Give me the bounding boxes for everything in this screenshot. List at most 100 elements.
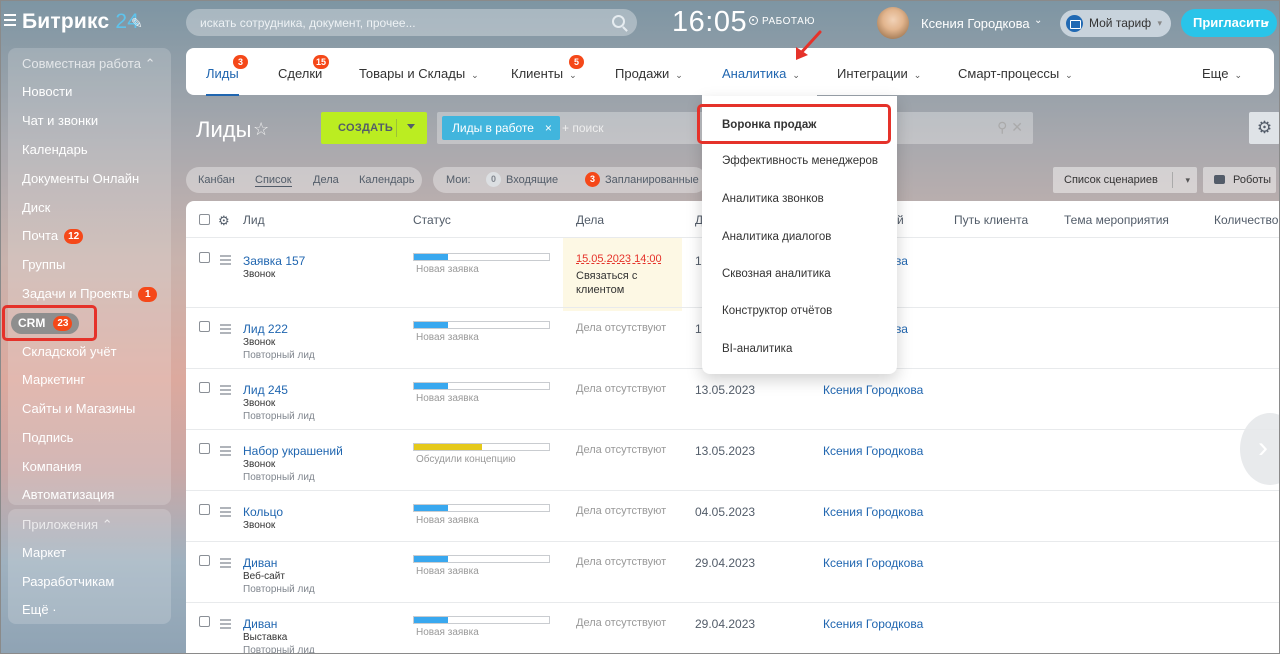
tab-integrations[interactable]: Интеграции ⌄ (837, 66, 921, 81)
lead-name-link[interactable]: Кольцо (243, 505, 283, 519)
sidebar-item-more[interactable]: Ещё · (22, 602, 57, 617)
select-all-checkbox[interactable] (199, 214, 210, 225)
user-name[interactable]: Ксения Городкова (921, 16, 1030, 31)
drag-handle-icon[interactable] (220, 558, 231, 570)
tariff-button[interactable]: Мой тариф ▾ (1060, 10, 1171, 37)
lead-name-link[interactable]: Лид 222 (243, 322, 288, 336)
incoming-filter[interactable]: Входящие (506, 174, 558, 186)
sidebar-item-groups[interactable]: Группы (22, 257, 65, 272)
status-progress[interactable] (413, 443, 550, 451)
sidebar-item-developers[interactable]: Разработчикам (22, 574, 114, 589)
row-checkbox[interactable] (199, 555, 210, 566)
drag-handle-icon[interactable] (220, 446, 231, 458)
tab-clients[interactable]: Клиенты ⌄ 5 (511, 55, 584, 81)
menu-item-bi[interactable]: BI-аналитика (722, 343, 792, 355)
menu-item-report-builder[interactable]: Конструктор отчётов (722, 305, 832, 317)
search-icon[interactable] (612, 15, 625, 28)
drag-handle-icon[interactable] (220, 385, 231, 397)
col-header-lead[interactable]: Лид (243, 213, 265, 227)
grid-settings-icon[interactable]: ⚙ (218, 213, 230, 229)
menu-icon[interactable] (4, 14, 16, 26)
settings-button[interactable]: ⚙ (1249, 112, 1280, 144)
row-checkbox[interactable] (199, 382, 210, 393)
menu-item-dialog-analytics[interactable]: Аналитика диалогов (722, 231, 831, 243)
logo[interactable]: Битрикс 24 (22, 10, 139, 34)
search-input[interactable] (186, 9, 586, 36)
sidebar-item-warehouse[interactable]: Складской учёт (22, 344, 117, 359)
drag-handle-icon[interactable] (220, 324, 231, 336)
view-kanban[interactable]: Канбан (198, 174, 235, 186)
col-header-status[interactable]: Статус (413, 213, 451, 227)
close-icon[interactable]: × (545, 116, 552, 140)
incoming-count[interactable]: 0 (486, 172, 501, 187)
sidebar-item-marketing[interactable]: Маркетинг (22, 372, 85, 387)
tab-analytics[interactable]: Аналитика ⌄ (722, 66, 800, 81)
row-checkbox[interactable] (199, 321, 210, 332)
sidebar-item-chat[interactable]: Чат и звонки (22, 113, 98, 128)
global-search[interactable] (186, 9, 637, 36)
search-clear-icons[interactable]: ⚲ ✕ (997, 119, 1023, 136)
responsible-link[interactable]: Ксения Городкова (823, 617, 923, 631)
planned-filter[interactable]: Запланированные (605, 174, 699, 186)
col-header-event-topic[interactable]: Тема мероприятия (1064, 213, 1169, 227)
scenarios-button[interactable]: Список сценариев ▾ (1053, 167, 1197, 193)
sidebar-item-docs[interactable]: Документы Онлайн (22, 171, 139, 186)
status-progress[interactable] (413, 253, 550, 261)
filter-chip[interactable]: Лиды в работе × (442, 116, 560, 140)
responsible-link[interactable]: Ксения Городкова (823, 444, 923, 458)
lead-name-link[interactable]: Заявка 157 (243, 254, 305, 268)
col-header-deals[interactable]: Дела (576, 213, 604, 227)
table-row[interactable]: Диван Выставка Повторный лид Новая заявк… (186, 602, 1280, 654)
table-row[interactable]: Кольцо Звонок Новая заявка Дела отсутств… (186, 490, 1280, 541)
sidebar-section-apps[interactable]: Приложения ⌃ (22, 517, 113, 533)
sidebar-section-collab[interactable]: Совместная работа ⌃ (22, 56, 155, 72)
tab-more[interactable]: Еще ⌄ (1202, 66, 1242, 81)
tab-deals[interactable]: Сделки 15 (278, 55, 330, 81)
responsible-link[interactable]: Ксения Городкова (823, 383, 923, 397)
robots-button[interactable]: Роботы (1203, 167, 1276, 193)
row-checkbox[interactable] (199, 443, 210, 454)
sidebar-item-sites[interactable]: Сайты и Магазины (22, 401, 135, 416)
table-row[interactable]: Диван Веб-сайт Повторный лид Новая заявк… (186, 541, 1280, 602)
avatar[interactable] (877, 7, 909, 39)
tab-sales[interactable]: Продажи ⌄ (615, 66, 683, 81)
table-row[interactable]: Набор украшений Звонок Повторный лид Обс… (186, 429, 1280, 490)
status-progress[interactable] (413, 382, 550, 390)
chevron-down-icon[interactable] (407, 124, 415, 129)
drag-handle-icon[interactable] (220, 255, 231, 267)
work-status[interactable]: РАБОТАЮ (749, 16, 815, 27)
deal-date-link[interactable]: 15.05.2023 14:00 (576, 253, 662, 265)
sidebar-item-tasks[interactable]: Задачи и Проекты 1 (22, 286, 158, 302)
tab-smart-processes[interactable]: Смарт-процессы ⌄ (958, 66, 1073, 81)
sidebar-item-mail[interactable]: Почта 12 (22, 228, 84, 244)
sidebar-item-calendar[interactable]: Календарь (22, 142, 88, 157)
sidebar-item-market[interactable]: Маркет (22, 545, 66, 560)
tab-leads[interactable]: Лиды 3 (206, 55, 248, 81)
lead-name-link[interactable]: Диван (243, 617, 277, 631)
sidebar-item-company[interactable]: Компания (22, 459, 82, 474)
lead-name-link[interactable]: Лид 245 (243, 383, 288, 397)
view-list[interactable]: Список (255, 174, 292, 187)
sidebar-item-sign[interactable]: Подпись (22, 430, 73, 445)
view-deals[interactable]: Дела (313, 174, 339, 186)
create-button[interactable]: СОЗДАТЬ (321, 112, 427, 144)
view-calendar[interactable]: Календарь (359, 174, 415, 186)
menu-item-call-analytics[interactable]: Аналитика звонков (722, 193, 824, 205)
sidebar-item-automation[interactable]: Автоматизация (22, 487, 114, 502)
status-progress[interactable] (413, 321, 550, 329)
filter-search-input[interactable]: + поиск (562, 121, 603, 135)
col-header-quantity[interactable]: Количество п (1214, 213, 1280, 227)
table-row[interactable]: Лид 245 Звонок Повторный лид Новая заявк… (186, 368, 1280, 429)
responsible-link[interactable]: Ксения Городкова (823, 556, 923, 570)
menu-item-manager-efficiency[interactable]: Эффективность менеджеров (722, 155, 878, 167)
lead-name-link[interactable]: Диван (243, 556, 277, 570)
chevron-down-icon[interactable]: ⌄ (1034, 15, 1042, 26)
star-icon[interactable]: ☆ (253, 119, 269, 140)
row-checkbox[interactable] (199, 616, 210, 627)
responsible-link[interactable]: Ксения Городкова (823, 505, 923, 519)
drag-handle-icon[interactable] (220, 507, 231, 519)
status-progress[interactable] (413, 504, 550, 512)
col-header-client-path[interactable]: Путь клиента (954, 213, 1028, 227)
menu-item-end-to-end[interactable]: Сквозная аналитика (722, 268, 831, 280)
tab-products[interactable]: Товары и Склады ⌄ (359, 66, 479, 81)
